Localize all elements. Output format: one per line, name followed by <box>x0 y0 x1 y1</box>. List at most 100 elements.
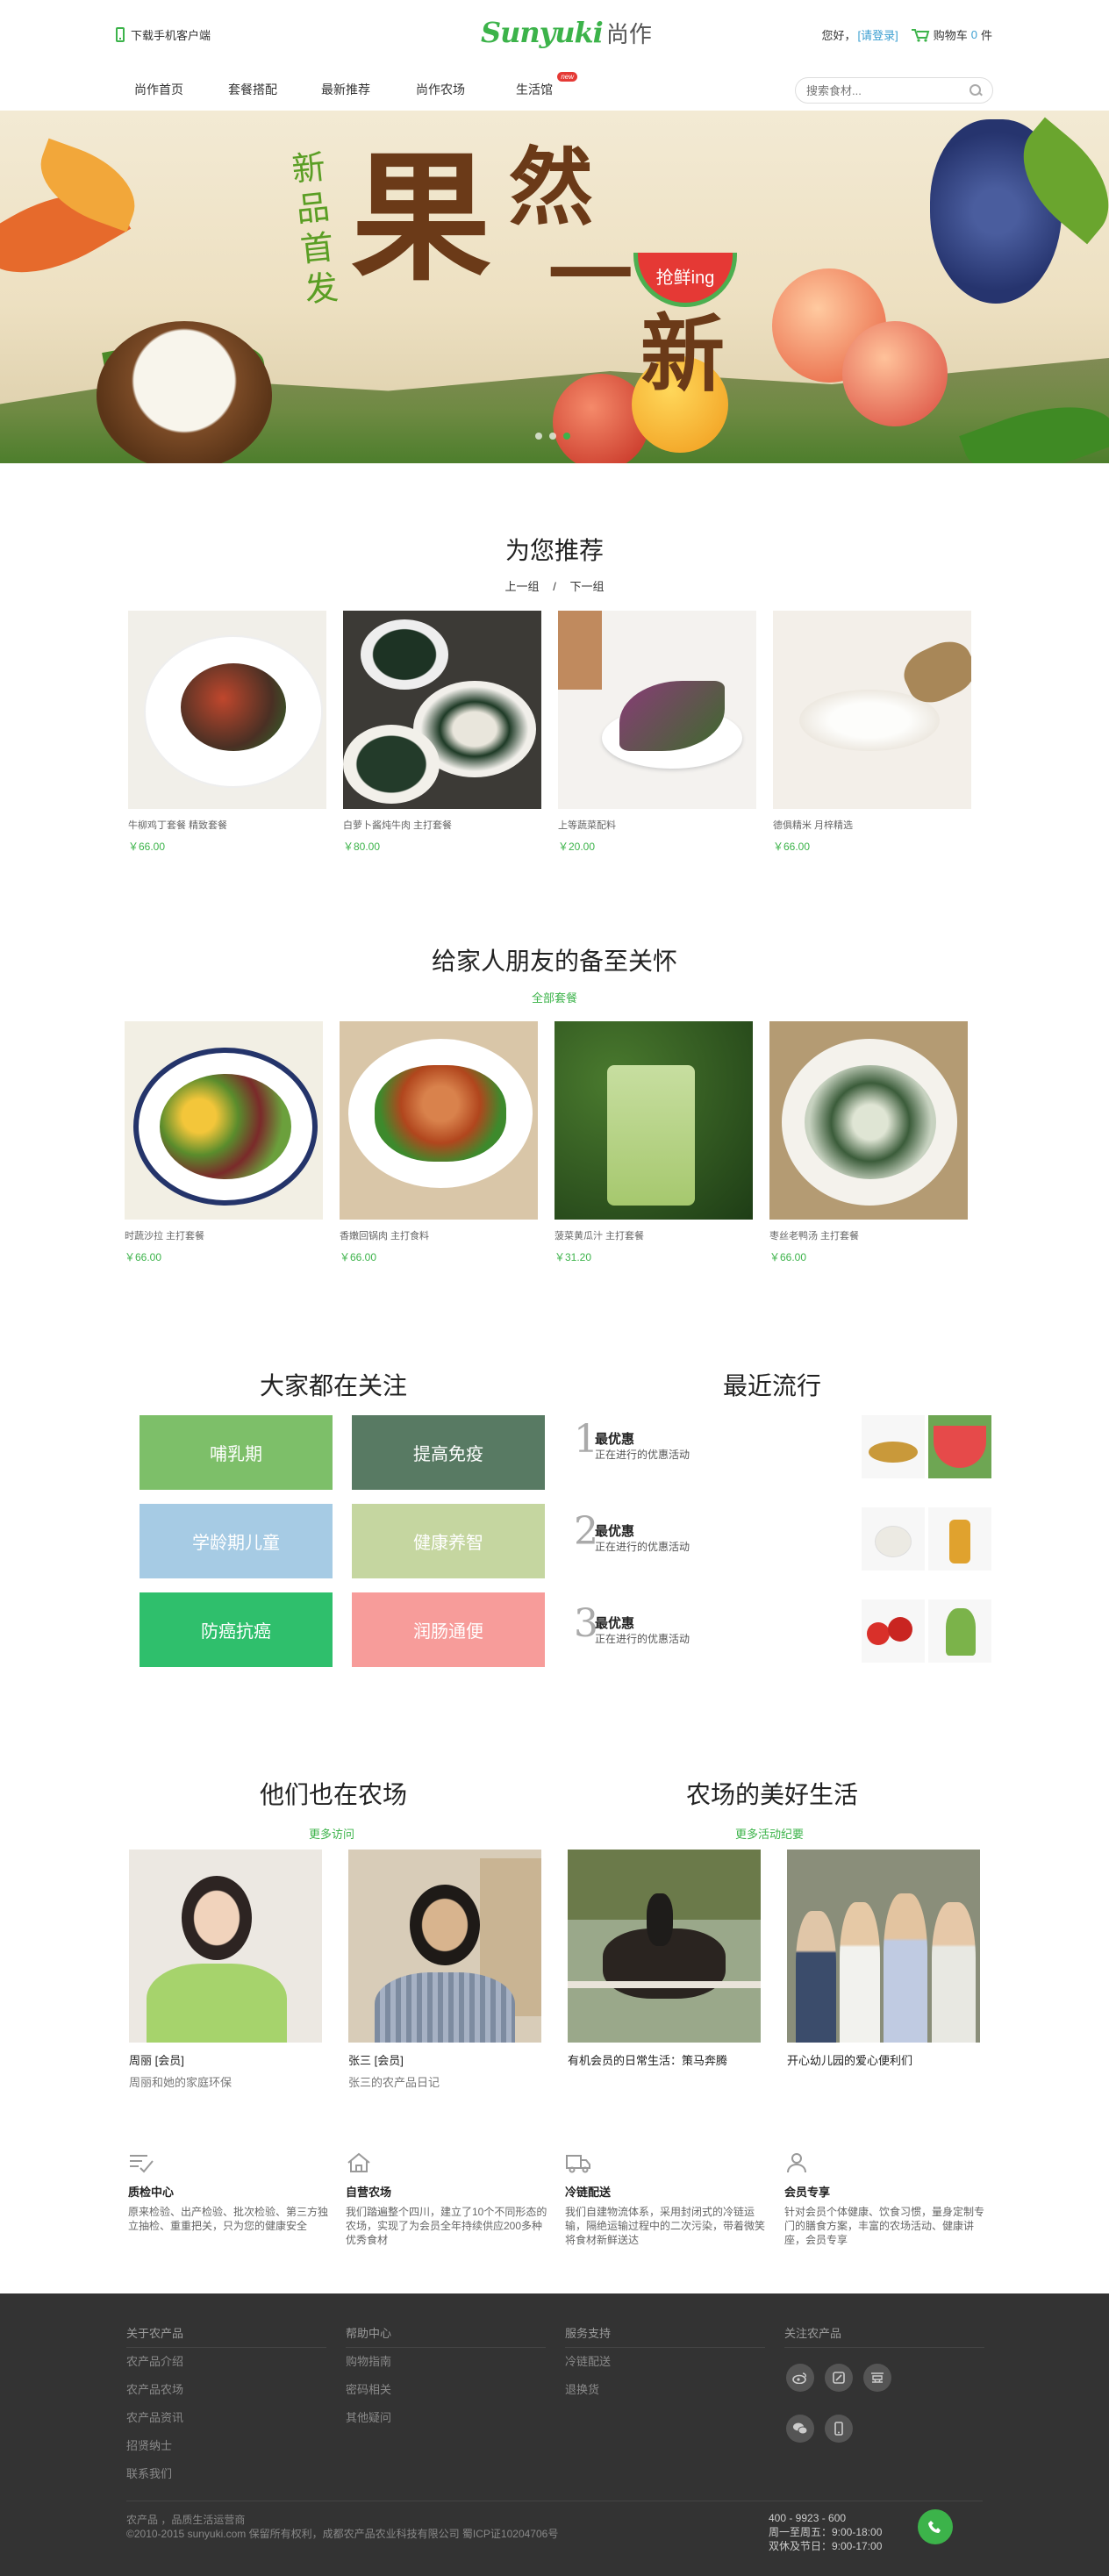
product-price: ￥80.00 <box>343 841 381 853</box>
product-image <box>554 1021 753 1220</box>
section-title-care: 给家人朋友的备至关怀 <box>431 947 677 976</box>
download-app-link[interactable]: 下载手机客户端 <box>116 26 211 43</box>
product-price: ￥66.00 <box>125 1251 162 1263</box>
footer-col-about: 关于农产品 农产品介绍 农产品农场 农产品资讯 招贤纳士 联系我们 <box>126 2320 326 2488</box>
mobile-phone-icon <box>116 27 125 42</box>
footer-link[interactable]: 密码相关 <box>346 2376 546 2404</box>
footer-link[interactable]: 冷链配送 <box>565 2348 765 2376</box>
footer-link[interactable]: 农产品介绍 <box>126 2348 326 2376</box>
carousel-dot[interactable] <box>535 433 542 440</box>
logo[interactable]: Sunyuki 尚作 <box>481 16 652 49</box>
focus-tile-school-children[interactable]: 学龄期儿童 <box>140 1504 333 1578</box>
phone-call-icon <box>928 2521 941 2533</box>
feature-desc: 我们踏遍整个四川，建立了10个不同形态的农场，实现了为会员全年持续供应200多种… <box>346 2206 547 2246</box>
product-name: 德俱精米 月梓精选 <box>773 820 854 831</box>
footer-link[interactable]: 农产品农场 <box>126 2376 326 2404</box>
prev-group-link[interactable]: 上一组 <box>505 580 540 593</box>
greeting-text: 您好， <box>821 29 856 42</box>
product-card[interactable]: 时蔬沙拉 主打套餐 ￥66.00 <box>125 1021 323 1264</box>
footer-link[interactable]: 联系我们 <box>126 2460 326 2488</box>
trending-item[interactable]: 2 最优惠 正在进行的优惠活动 <box>574 1507 995 1578</box>
product-card[interactable]: 香嫩回锅肉 主打食料 ￥66.00 <box>340 1021 538 1264</box>
nav-item-farm[interactable]: 尚作农场 <box>416 81 465 98</box>
trending-thumb <box>928 1599 991 1663</box>
farmer-photo <box>348 1850 541 2043</box>
download-app-label: 下载手机客户端 <box>131 29 211 42</box>
nav-item-home[interactable]: 尚作首页 <box>134 81 183 98</box>
activity-photo <box>568 1850 761 2043</box>
footer-heading[interactable]: 服务支持 <box>565 2320 765 2348</box>
carousel-dots <box>535 433 570 440</box>
focus-tile-brain-health[interactable]: 健康养智 <box>352 1504 545 1578</box>
product-card[interactable]: 白萝卜酱炖牛肉 主打套餐 ￥80.00 <box>343 611 541 854</box>
product-card[interactable]: 德俱精米 月梓精选 ￥66.00 <box>773 611 971 854</box>
product-image <box>773 611 971 809</box>
product-card[interactable]: 上等蔬菜配料 ￥20.00 <box>558 611 756 854</box>
feature-desc: 我们自建物流体系，采用封闭式的冷链运输，隔绝运输过程中的二次污染，带着微笑将食材… <box>565 2206 766 2246</box>
trending-item[interactable]: 1 最优惠 正在进行的优惠活动 <box>574 1415 995 1485</box>
focus-tile-lactation[interactable]: 哺乳期 <box>140 1415 333 1490</box>
farmer-desc: 张三的农产品日记 <box>348 2076 440 2089</box>
more-activities-link[interactable]: 更多活动纪要 <box>735 1825 804 1842</box>
trending-thumb <box>862 1599 925 1663</box>
carousel-dot-active[interactable] <box>563 433 570 440</box>
carousel-dot[interactable] <box>549 433 556 440</box>
all-packages-link[interactable]: 全部套餐 <box>0 989 1109 1005</box>
product-name: 菠菜黄瓜汁 主打套餐 <box>554 1231 645 1241</box>
weibo-icon[interactable] <box>786 2364 814 2392</box>
shopping-cart-icon[interactable] <box>911 28 930 42</box>
cart-label[interactable]: 购物车 <box>934 26 968 43</box>
search-input[interactable] <box>806 83 969 97</box>
farmer-card[interactable]: 张三 [会员] 张三的农产品日记 <box>348 1850 541 2090</box>
feature-delivery: 冷链配送 我们自建物流体系，采用封闭式的冷链运输，隔绝运输过程中的二次污染，带着… <box>565 2152 767 2247</box>
product-card[interactable]: 牛柳鸡丁套餐 精致套餐 ￥66.00 <box>128 611 326 854</box>
nav-item-packages[interactable]: 套餐搭配 <box>228 81 277 98</box>
product-card[interactable]: 菠菜黄瓜汁 主打套餐 ￥31.20 <box>554 1021 753 1264</box>
feature-quality: 质检中心 原来检验、出产检验、批次检验、第三方独立抽检、重重把关，只为您的健康安… <box>128 2152 330 2233</box>
product-price: ￥66.00 <box>773 841 811 853</box>
call-button[interactable] <box>918 2509 953 2544</box>
footer-col-service: 服务支持 冷链配送 退换货 <box>565 2320 765 2404</box>
product-name: 时蔬沙拉 主打套餐 <box>125 1231 205 1241</box>
tencent-weibo-icon[interactable] <box>825 2364 853 2392</box>
more-visits-link[interactable]: 更多访问 <box>309 1825 354 1842</box>
section-title-trending: 最近流行 <box>723 1371 822 1400</box>
hours-weekend: 双休及节日：9:00-17:00 <box>769 2540 883 2552</box>
activity-card[interactable]: 开心幼儿园的爱心便利们 <box>787 1850 980 2068</box>
trending-desc: 正在进行的优惠活动 <box>595 1449 690 1461</box>
farmer-card[interactable]: 周丽 [会员] 周丽和她的家庭环保 <box>129 1850 322 2090</box>
activity-photo <box>787 1850 980 2043</box>
footer-link[interactable]: 购物指南 <box>346 2348 546 2376</box>
product-card[interactable]: 枣丝老鸭汤 主打套餐 ￥66.00 <box>769 1021 968 1264</box>
nav-item-lifestyle[interactable]: 生活馆 new <box>516 72 577 98</box>
wechat-icon[interactable] <box>786 2415 814 2443</box>
footer-link[interactable]: 农产品资讯 <box>126 2404 326 2432</box>
product-name: 枣丝老鸭汤 主打套餐 <box>769 1231 860 1241</box>
copyright-line-1: 农产品 ，品质生活运营商 <box>126 2514 246 2526</box>
focus-tile-immunity[interactable]: 提高免疫 <box>352 1415 545 1490</box>
footer-col-follow: 关注农产品 <box>784 2320 984 2348</box>
mobile-icon[interactable] <box>825 2415 853 2443</box>
nav-item-new[interactable]: 最新推荐 <box>321 81 370 98</box>
footer-heading: 关注农产品 <box>784 2320 984 2348</box>
next-group-link[interactable]: 下一组 <box>569 580 604 593</box>
peach-decoration <box>842 321 948 426</box>
footer-link[interactable]: 退换货 <box>565 2376 765 2404</box>
login-link[interactable]: [请登录] <box>858 26 898 43</box>
hero-banner[interactable]: 新品首发 果 然 一 新 抢鲜ing <box>0 111 1109 463</box>
activity-card[interactable]: 有机会员的日常生活：策马奔腾 <box>568 1850 761 2068</box>
footer-link[interactable]: 其他疑问 <box>346 2404 546 2432</box>
product-price: ￥66.00 <box>128 841 166 853</box>
focus-tile-anticancer[interactable]: 防癌抗癌 <box>140 1592 333 1667</box>
banner-tag: 抢鲜ing <box>633 253 737 307</box>
search-icon[interactable] <box>969 84 982 97</box>
douban-icon[interactable] <box>863 2364 891 2392</box>
product-price: ￥31.20 <box>554 1251 592 1263</box>
footer-heading[interactable]: 帮助中心 <box>346 2320 546 2348</box>
product-name: 牛柳鸡丁套餐 精致套餐 <box>128 820 228 831</box>
footer-link[interactable]: 招贤纳士 <box>126 2432 326 2460</box>
page: 下载手机客户端 Sunyuki 尚作 您好， [请登录] 购物车 0 件 尚作首… <box>0 0 1109 2576</box>
footer-heading[interactable]: 关于农产品 <box>126 2320 326 2348</box>
trending-item[interactable]: 3 最优惠 正在进行的优惠活动 <box>574 1599 995 1670</box>
focus-tile-digestion[interactable]: 润肠通便 <box>352 1592 545 1667</box>
